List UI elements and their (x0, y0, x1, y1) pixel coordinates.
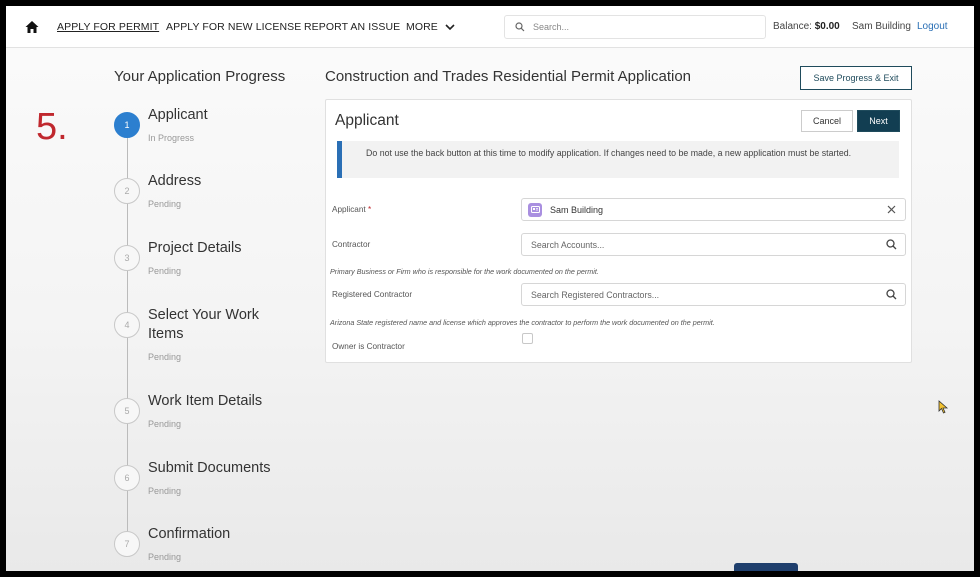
nav-apply-for-new-license[interactable]: APPLY FOR NEW LICENSE (166, 21, 301, 33)
next-button[interactable]: Next (857, 110, 900, 132)
tutorial-step-marker: 5. (36, 106, 68, 148)
registered-contractor-help-text: Arizona State registered name and licens… (330, 318, 715, 327)
balance-value: $0.00 (814, 21, 840, 32)
step-label: Address (148, 173, 202, 189)
application-title: Construction and Trades Residential Perm… (325, 68, 692, 85)
contractor-help-text: Primary Business or Firm who is responsi… (330, 267, 599, 276)
contractor-search-input[interactable] (522, 239, 881, 250)
global-search[interactable] (504, 15, 766, 39)
registered-contractor-search-input[interactable] (522, 289, 881, 300)
chevron-down-icon (445, 24, 455, 30)
applicant-field-label: Applicant * (332, 205, 371, 214)
step-status: Pending (148, 419, 182, 429)
nav-more-menu[interactable]: MORE (406, 21, 455, 33)
back-button-notice: Do not use the back button at this time … (337, 141, 899, 178)
home-icon[interactable] (24, 19, 40, 35)
step-number: 4 (114, 312, 140, 338)
app-window: APPLY FOR PERMIT APPLY FOR NEW LICENSE R… (6, 6, 974, 571)
user-name[interactable]: Sam Building (852, 21, 911, 32)
step-status: In Progress (148, 133, 195, 143)
balance-display: Balance: $0.00 (773, 21, 840, 32)
step-label: Project Details (148, 240, 242, 256)
step-status: Pending (148, 199, 182, 209)
step-status: Pending (148, 266, 182, 276)
step-status: Pending (148, 352, 182, 362)
step-label: Work Item Details (148, 393, 263, 409)
contact-card-icon (528, 202, 542, 217)
search-icon (515, 22, 525, 32)
nav-apply-for-permit[interactable]: APPLY FOR PERMIT (57, 21, 159, 33)
step-label: Confirmation (148, 526, 231, 542)
global-search-input[interactable] (533, 22, 733, 32)
contractor-lookup[interactable] (521, 233, 906, 256)
step-number: 2 (114, 178, 140, 204)
top-nav: APPLY FOR PERMIT APPLY FOR NEW LICENSE R… (6, 6, 974, 48)
step-number: 7 (114, 531, 140, 557)
nav-more-label: MORE (406, 21, 438, 33)
close-icon[interactable] (881, 200, 901, 220)
step-label: Applicant (148, 107, 208, 123)
card-title: Applicant (335, 112, 399, 129)
step-label: Select Your Work Items (148, 307, 259, 342)
owner-is-contractor-label: Owner is Contractor (332, 342, 405, 351)
magnifier-icon[interactable] (881, 235, 901, 255)
cancel-button[interactable]: Cancel (801, 110, 853, 132)
magnifier-icon[interactable] (881, 285, 901, 305)
step-status: Pending (148, 486, 182, 496)
save-progress-exit-button[interactable]: Save Progress & Exit (800, 66, 912, 90)
applicant-label-text: Applicant (332, 205, 366, 214)
contractor-field-label: Contractor (332, 240, 371, 249)
mouse-cursor-icon (938, 400, 949, 414)
logout-link[interactable]: Logout (917, 21, 948, 32)
registered-contractor-lookup[interactable] (521, 283, 906, 306)
registered-contractor-field-label: Registered Contractor (332, 290, 413, 299)
applicant-lookup[interactable]: Sam Building (521, 198, 906, 221)
step-number: 6 (114, 465, 140, 491)
floating-button-edge[interactable] (734, 563, 798, 571)
progress-title: Your Application Progress (114, 68, 286, 85)
applicant-card: Applicant Cancel Next Do not use the bac… (325, 99, 912, 363)
step-label: Submit Documents (148, 460, 271, 476)
nav-report-an-issue[interactable]: REPORT AN ISSUE (304, 21, 400, 33)
applicant-selected-value: Sam Building (550, 204, 604, 215)
balance-label: Balance: (773, 21, 812, 32)
required-marker: * (367, 205, 372, 214)
step-number: 3 (114, 245, 140, 271)
step-number: 1 (114, 112, 140, 138)
step-number: 5 (114, 398, 140, 424)
owner-is-contractor-checkbox[interactable] (522, 333, 533, 344)
step-status: Pending (148, 552, 182, 562)
